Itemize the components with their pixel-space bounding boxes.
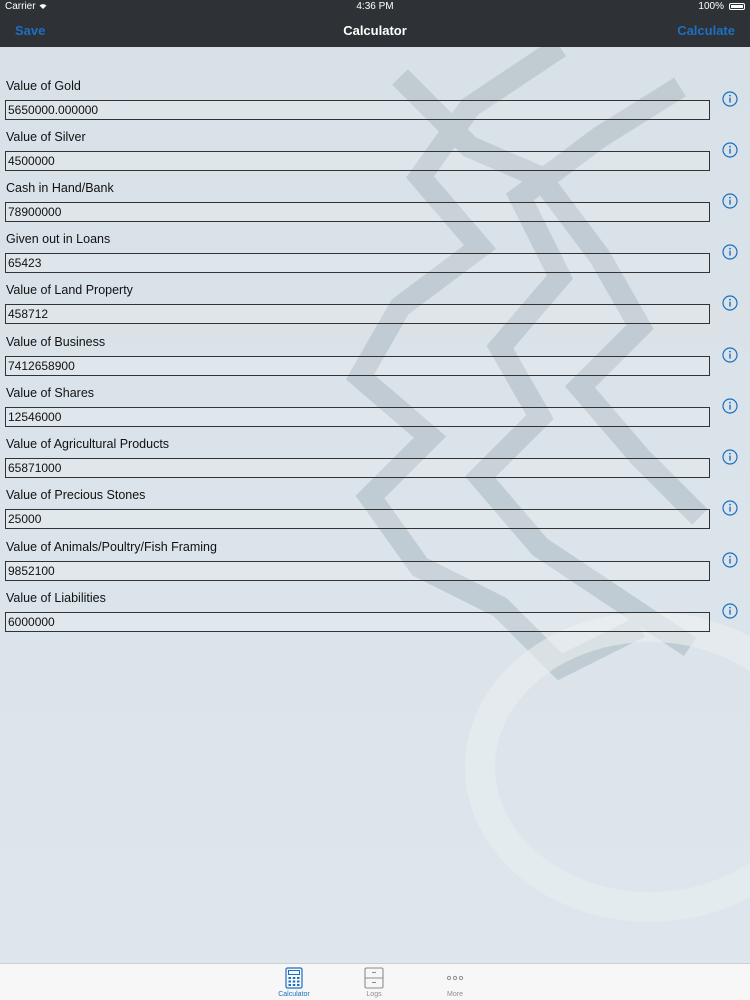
field-label: Value of Animals/Poultry/Fish Framing	[6, 540, 217, 554]
calculator-icon	[285, 967, 303, 989]
field-silver: Value of Silver 4500000	[0, 98, 750, 171]
battery-icon	[729, 3, 745, 10]
liabilities-input[interactable]: 6000000	[5, 612, 710, 632]
field-animals: Value of Animals/Poultry/Fish Framing 98…	[0, 508, 750, 581]
field-label: Value of Agricultural Products	[6, 437, 170, 451]
tab-label: Calculator	[278, 991, 310, 998]
field-label: Value of Business	[6, 335, 106, 349]
more-icon	[446, 975, 464, 981]
field-label: Value of Gold	[6, 79, 81, 93]
field-label: Value of Silver	[6, 130, 86, 144]
battery-percentage: 100%	[698, 1, 724, 12]
field-cash: Cash in Hand/Bank 78900000	[0, 149, 750, 222]
field-shares: Value of Shares 12546000	[0, 354, 750, 427]
navigation-bar: Save Calculator Calculate	[0, 14, 750, 47]
tab-label: Logs	[366, 991, 382, 998]
field-label: Value of Liabilities	[6, 591, 106, 605]
calculate-button[interactable]: Calculate	[677, 23, 735, 38]
tab-label: More	[447, 991, 463, 998]
tab-logs[interactable]: Logs	[344, 964, 404, 1000]
tab-more[interactable]: More	[425, 964, 485, 1000]
field-business: Value of Business 7412658900	[0, 303, 750, 376]
field-precious-stones: Value of Precious Stones 25000	[0, 456, 750, 529]
field-loans: Given out in Loans 65423	[0, 200, 750, 273]
clock: 4:36 PM	[356, 1, 394, 12]
field-label: Given out in Loans	[6, 232, 111, 246]
info-icon[interactable]	[722, 603, 738, 619]
field-gold: Value of Gold 5650000.000000	[0, 47, 750, 120]
field-agricultural: Value of Agricultural Products 65871000	[0, 405, 750, 478]
field-label: Value of Land Property	[6, 283, 133, 297]
status-bar: Carrier 4:36 PM 100%	[0, 0, 750, 14]
field-liabilities: Value of Liabilities 6000000	[0, 559, 750, 632]
logs-icon	[364, 967, 384, 989]
field-label: Cash in Hand/Bank	[6, 181, 114, 195]
field-label: Value of Shares	[6, 386, 95, 400]
tab-bar: Calculator Logs More	[0, 963, 750, 1000]
page-title: Calculator	[343, 23, 407, 38]
field-land: Value of Land Property 458712	[0, 251, 750, 324]
field-label: Value of Precious Stones	[6, 488, 146, 502]
tab-calculator[interactable]: Calculator	[264, 964, 324, 1000]
